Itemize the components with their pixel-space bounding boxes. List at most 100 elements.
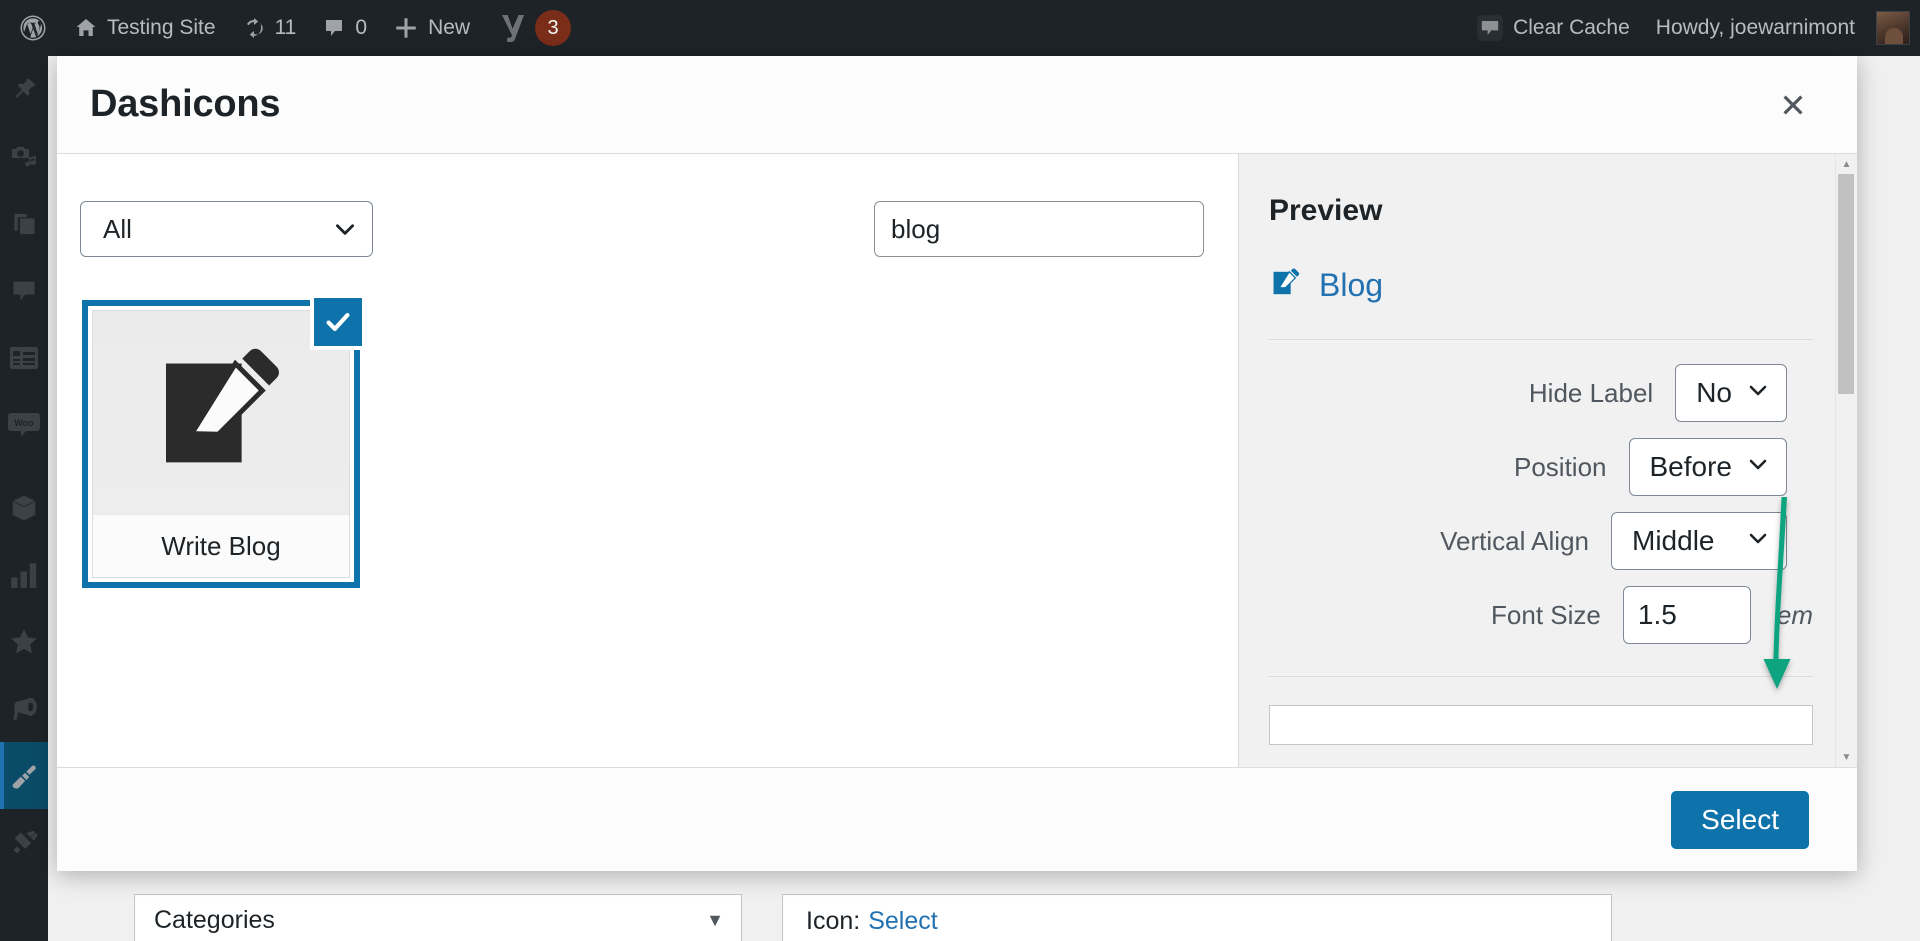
font-size-input[interactable] bbox=[1622, 586, 1751, 644]
bar-chart-icon bbox=[10, 562, 38, 588]
home-icon bbox=[74, 16, 98, 40]
sidebar-item-announcements[interactable] bbox=[0, 675, 48, 742]
search-input[interactable] bbox=[874, 201, 1204, 257]
account-menu[interactable]: Howdy, joewarnimont bbox=[1643, 0, 1920, 56]
sidebar-item-forms[interactable] bbox=[0, 324, 48, 391]
position-value: Before bbox=[1649, 451, 1733, 482]
updates-count: 11 bbox=[274, 16, 297, 39]
preview-sample: Blog bbox=[1269, 266, 1813, 305]
modal-body: All blog Write Blog Preview Blog Hide La… bbox=[57, 154, 1857, 767]
select-button[interactable]: Select bbox=[1671, 790, 1809, 849]
yoast-count-badge: 3 bbox=[535, 10, 572, 46]
site-name-menu[interactable]: Testing Site bbox=[61, 0, 229, 56]
browse-controls: All bbox=[57, 201, 1238, 257]
icon-field-row: Icon: Select bbox=[782, 894, 1612, 941]
comment-icon bbox=[322, 16, 346, 40]
admin-bar: Testing Site 11 0 New 3 Clear Cache Howd… bbox=[0, 0, 1920, 56]
font-size-unit: em bbox=[1776, 599, 1813, 630]
new-content-menu[interactable]: New bbox=[380, 0, 483, 56]
preview-scrollbar[interactable]: ▲ ▼ bbox=[1835, 154, 1857, 767]
scrollbar-thumb[interactable] bbox=[1838, 174, 1854, 394]
option-row-font-size: Font Size em bbox=[1269, 586, 1813, 644]
category-filter-value: All bbox=[103, 213, 132, 244]
scrollbar-track[interactable] bbox=[1836, 174, 1857, 747]
sidebar-item-woocommerce[interactable]: Woo bbox=[0, 391, 48, 458]
star-icon bbox=[9, 628, 39, 656]
screen: Testing Site 11 0 New 3 Clear Cache Howd… bbox=[0, 0, 1920, 941]
preview-scroll-content: Preview Blog Hide Label No Position Befo… bbox=[1239, 194, 1857, 745]
wp-logo-menu[interactable] bbox=[0, 0, 61, 56]
woo-icon: Woo bbox=[8, 411, 40, 439]
icon-browse-pane: All blog Write Blog bbox=[57, 154, 1239, 767]
option-row-hide-label: Hide Label No bbox=[1269, 364, 1813, 422]
new-content-label: New bbox=[428, 16, 471, 39]
icon-card-label: Write Blog bbox=[93, 514, 349, 577]
pin-icon bbox=[10, 76, 38, 104]
box-icon bbox=[9, 493, 39, 523]
sidebar-item-plugins[interactable] bbox=[0, 809, 48, 876]
comments-menu[interactable]: 0 bbox=[309, 0, 380, 56]
form-icon bbox=[9, 345, 39, 371]
chevron-down-icon bbox=[1746, 451, 1770, 483]
updates-menu[interactable]: 11 bbox=[229, 0, 310, 56]
camera-music-icon bbox=[9, 143, 39, 171]
sidebar-item-appearance[interactable] bbox=[0, 742, 48, 809]
option-label: Position bbox=[1514, 451, 1607, 482]
sidebar-item-pages[interactable] bbox=[0, 190, 48, 257]
chevron-down-icon bbox=[1746, 525, 1770, 557]
option-label: Hide Label bbox=[1528, 377, 1654, 408]
checkmark-icon[interactable] bbox=[310, 294, 366, 350]
hide-label-select[interactable]: No bbox=[1675, 364, 1787, 422]
vertical-align-select[interactable]: Middle bbox=[1611, 512, 1787, 570]
option-label: Font Size bbox=[1491, 599, 1601, 630]
sidebar-item-marketing[interactable] bbox=[0, 608, 48, 675]
icon-select-link[interactable]: Select bbox=[868, 907, 937, 936]
account-label: Howdy, joewarnimont bbox=[1655, 16, 1855, 39]
comments-count: 0 bbox=[355, 16, 368, 39]
write-blog-icon bbox=[1269, 266, 1303, 305]
option-row-position: Position Before bbox=[1269, 438, 1813, 496]
categories-metabox: Categories ▼ bbox=[134, 894, 742, 941]
categories-title: Categories bbox=[154, 906, 275, 934]
modal-header: Dashicons bbox=[57, 56, 1857, 154]
dashicons-modal: Dashicons All blog Write Blog Preview Bl… bbox=[57, 56, 1857, 871]
custom-class-input[interactable] bbox=[1269, 705, 1813, 745]
preview-title: Preview bbox=[1269, 194, 1383, 227]
preview-divider bbox=[1269, 339, 1813, 340]
sidebar-item-products[interactable] bbox=[0, 474, 48, 541]
caret-down-icon[interactable]: ▼ bbox=[706, 910, 724, 931]
admin-bar-right: Clear Cache Howdy, joewarnimont bbox=[1463, 0, 1920, 56]
wordpress-logo-icon bbox=[18, 13, 48, 43]
chevron-down-icon bbox=[332, 216, 358, 242]
scroll-down-arrow-icon[interactable]: ▼ bbox=[1836, 747, 1857, 767]
close-icon[interactable] bbox=[1773, 85, 1813, 125]
clear-cache-menu[interactable]: Clear Cache bbox=[1463, 0, 1643, 56]
site-name-label: Testing Site bbox=[107, 16, 216, 39]
search-wrap bbox=[874, 201, 1204, 257]
sidebar-item-comments[interactable] bbox=[0, 257, 48, 324]
option-row-vertical-align: Vertical Align Middle bbox=[1269, 512, 1813, 570]
update-icon bbox=[242, 16, 266, 40]
scroll-up-arrow-icon[interactable]: ▲ bbox=[1836, 154, 1857, 174]
chevron-down-icon bbox=[1746, 377, 1770, 409]
plus-icon bbox=[393, 15, 419, 41]
page-title: Dashicons bbox=[90, 83, 281, 125]
preview-sample-label: Blog bbox=[1319, 267, 1384, 303]
category-filter-select[interactable]: All bbox=[80, 201, 373, 257]
sidebar-item-media[interactable] bbox=[0, 123, 48, 190]
position-select[interactable]: Before bbox=[1628, 438, 1787, 496]
icon-grid: Write Blog bbox=[57, 257, 1238, 588]
yoast-menu[interactable]: 3 bbox=[483, 0, 584, 56]
categories-metabox-header[interactable]: Categories ▼ bbox=[135, 895, 741, 941]
sidebar-item-posts[interactable] bbox=[0, 56, 48, 123]
vertical-align-value: Middle bbox=[1632, 525, 1715, 556]
sidebar-separator bbox=[0, 458, 48, 474]
icon-preview-pane: Preview Blog Hide Label No Position Befo… bbox=[1239, 154, 1857, 767]
icon-card-write-blog[interactable]: Write Blog bbox=[82, 294, 366, 588]
plug-icon bbox=[9, 829, 39, 857]
option-label: Vertical Align bbox=[1440, 525, 1589, 556]
modal-overlay: Dashicons All blog Write Blog Preview Bl… bbox=[0, 0, 1920, 941]
avatar bbox=[1876, 11, 1910, 45]
yoast-icon bbox=[496, 12, 526, 44]
sidebar-item-analytics[interactable] bbox=[0, 541, 48, 608]
